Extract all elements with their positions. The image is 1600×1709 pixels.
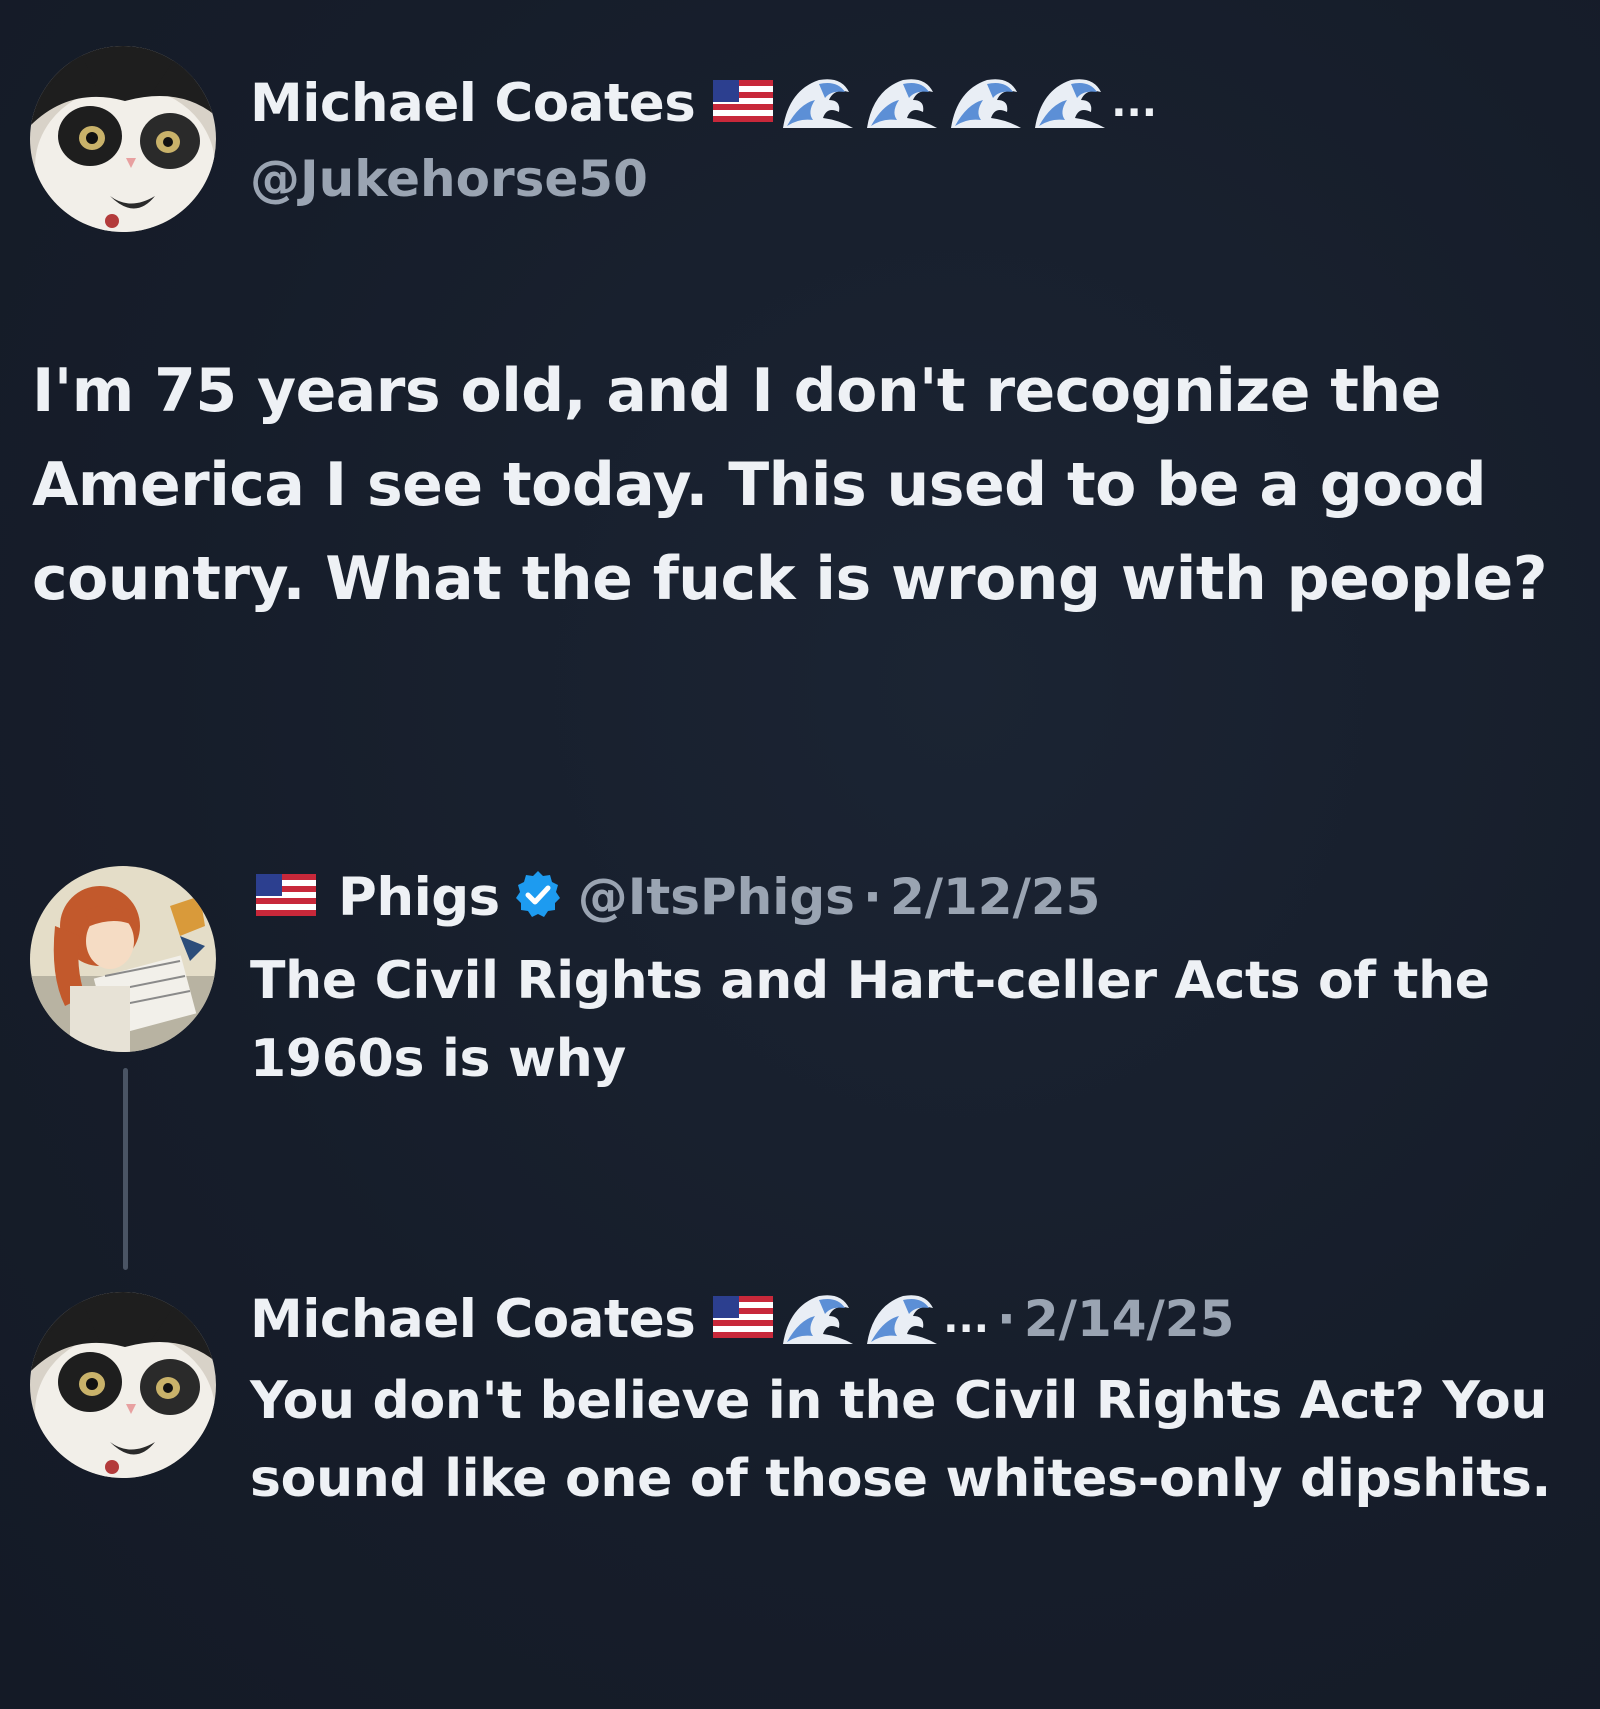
us-flag-icon [713, 80, 774, 126]
reply-2-text: You don't believe in the Civil Rights Ac… [250, 1371, 1551, 1509]
water-wave-icon [779, 1286, 857, 1352]
author-handle[interactable]: @Jukehorse50 [250, 150, 648, 208]
reply-1-handle[interactable]: @ItsPhigs [578, 868, 855, 926]
reply-2-author-line: Michael Coates ... · 2/14/25 [250, 1284, 1234, 1354]
reply-2-separator: · [996, 1290, 1016, 1348]
reply-1-display-name[interactable]: Phigs [338, 867, 500, 928]
screenshot-canvas: Michael Coates ... @Jukehorse50 I'm 75 y… [0, 0, 1600, 1709]
reply-1-author-line: Phigs @ItsPhigs · 2/12/25 [256, 862, 1100, 932]
reply-1-date[interactable]: 2/12/25 [890, 868, 1100, 926]
tweet-text: I'm 75 years old, and I don't recognize … [32, 356, 1548, 614]
reply-2-display-name[interactable]: Michael Coates [250, 1289, 696, 1350]
us-flag-icon [713, 1296, 774, 1342]
water-wave-icon [863, 70, 941, 136]
name-truncation-ellipsis: ... [943, 1296, 989, 1342]
reply-1-separator: · [862, 868, 882, 926]
avatar-michael-coates[interactable] [30, 46, 216, 232]
water-wave-icon [947, 70, 1025, 136]
us-flag-icon [256, 874, 316, 920]
tweet-author-line: Michael Coates ... [250, 68, 1157, 138]
reply-2-date[interactable]: 2/14/25 [1024, 1290, 1234, 1348]
verified-badge-icon [512, 869, 564, 925]
water-wave-icon [779, 70, 857, 136]
reply-1-text: The Civil Rights and Hart-celler Acts of… [250, 951, 1490, 1089]
name-truncation-ellipsis: ... [1111, 80, 1157, 126]
author-display-name[interactable]: Michael Coates [250, 73, 696, 134]
avatar-phigs[interactable] [30, 866, 216, 1052]
water-wave-icon [1031, 70, 1109, 136]
avatar-michael-coates-reply[interactable] [30, 1292, 216, 1478]
thread-connector-line [123, 1068, 128, 1270]
water-wave-icon [863, 1286, 941, 1352]
